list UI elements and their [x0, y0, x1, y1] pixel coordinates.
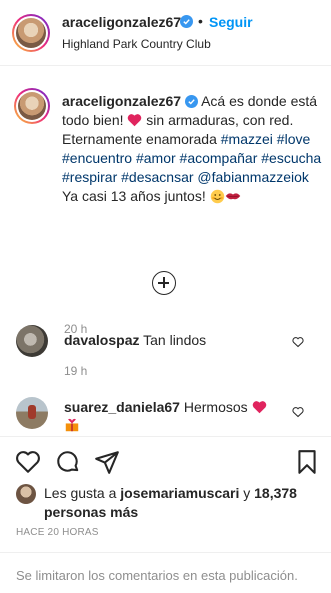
- share-icon[interactable]: [94, 449, 120, 475]
- likes-connector: y: [239, 485, 255, 501]
- likes-prefix: Les gusta a: [44, 485, 121, 501]
- hashtag-link[interactable]: #encuentro: [62, 150, 132, 166]
- caption-text: araceligonzalez67 Acá es donde está todo…: [62, 92, 324, 206]
- comment-icon[interactable]: [55, 449, 81, 475]
- hashtag-link[interactable]: #mazzei: [221, 131, 273, 147]
- comment-username[interactable]: davalospaz: [64, 332, 139, 348]
- post-header: araceligonzalez67 • Seguir Highland Park…: [0, 0, 331, 66]
- hashtag-link[interactable]: #amor: [136, 150, 176, 166]
- comments-limited-notice: Se limitaron los comentarios en esta pub…: [0, 552, 331, 593]
- action-bar: [0, 436, 331, 486]
- red-heart-emoji: [252, 401, 266, 414]
- load-more-comments-plus-icon[interactable]: [152, 271, 176, 295]
- mention-link[interactable]: @fabianmazzeiok: [197, 169, 309, 185]
- post-timestamp[interactable]: HACE 20 HORAS: [16, 527, 99, 538]
- verified-badge-icon: [180, 15, 193, 28]
- comment-body: davalospaz Tan lindos: [64, 332, 206, 348]
- liker-avatar[interactable]: [16, 484, 36, 504]
- author-avatar[interactable]: [12, 14, 50, 52]
- verified-badge-icon: [184, 95, 198, 108]
- comment-like-heart-icon[interactable]: [292, 336, 304, 348]
- commenter-avatar[interactable]: [16, 325, 48, 357]
- bookmark-icon[interactable]: [294, 449, 320, 475]
- heart-gift-emoji: [65, 418, 79, 432]
- hashtag-link[interactable]: #respirar: [62, 169, 117, 185]
- comment-text: Hermosos: [183, 399, 248, 415]
- comment-like-heart-icon[interactable]: [292, 406, 304, 418]
- post-location[interactable]: Highland Park Country Club: [62, 37, 211, 51]
- hashtag-link[interactable]: #love: [277, 131, 310, 147]
- comment-username[interactable]: suarez_daniela67: [64, 399, 180, 415]
- hashtag-link[interactable]: #escucha: [261, 150, 321, 166]
- commenter-avatar[interactable]: [16, 397, 48, 429]
- likes-summary: Les gusta a josemariamuscari y 18,378 pe…: [44, 484, 324, 522]
- smiling-face-emoji: [210, 189, 224, 204]
- header-username[interactable]: araceligonzalez67: [62, 14, 181, 30]
- red-heart-emoji: [128, 114, 142, 127]
- hashtag-link[interactable]: #acompañar: [180, 150, 258, 166]
- comment-text: Tan lindos: [143, 332, 207, 348]
- heart-outline-icon[interactable]: [15, 449, 41, 475]
- comment-body: suarez_daniela67 Hermosos: [64, 399, 284, 415]
- caption-avatar[interactable]: [14, 88, 50, 124]
- kiss-emoji: [225, 193, 240, 200]
- comments-limited-text: Se limitaron los comentarios en esta pub…: [16, 568, 298, 583]
- follow-button[interactable]: Seguir: [209, 14, 253, 30]
- hashtag-link[interactable]: #desacnsar: [121, 169, 193, 185]
- caption-username[interactable]: araceligonzalez67: [62, 93, 181, 109]
- separator-dot: •: [198, 13, 203, 29]
- comment-timestamp[interactable]: 19 h: [64, 364, 87, 378]
- caption-text-part: Ya casi 13 años juntos!: [62, 188, 210, 204]
- liker-username[interactable]: josemariamuscari: [120, 485, 239, 501]
